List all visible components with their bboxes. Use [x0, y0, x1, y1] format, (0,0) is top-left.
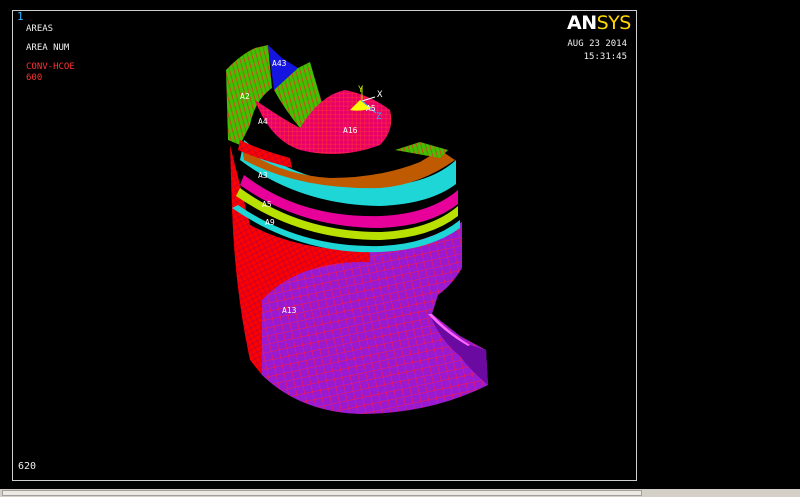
- horizontal-scrollbar[interactable]: [0, 489, 800, 497]
- area-label-a13: A13: [282, 306, 297, 315]
- area-label-a4: A4: [258, 117, 268, 126]
- area-label-a3: A3: [258, 171, 268, 180]
- triad-x-label: X: [377, 90, 383, 100]
- area-label-a2: A2: [240, 92, 250, 101]
- triad-y-label: Y: [358, 85, 364, 95]
- piston-model-render[interactable]: Y X Z A43 A2 A4 A16 A5 A3 A5 A9 A13: [0, 0, 800, 497]
- area-label-a5: A5: [262, 200, 272, 209]
- triad-z-label: Z: [376, 112, 382, 122]
- area-label-a9: A9: [265, 218, 275, 227]
- graphics-viewport[interactable]: 1 AREAS AREA NUM CONV-HCOE 600 ANSYS AUG…: [0, 0, 800, 497]
- footer-value: 620: [18, 461, 37, 472]
- area-label-a43: A43: [272, 59, 287, 68]
- area-label-a15: A5: [366, 104, 376, 113]
- scrollbar-thumb[interactable]: [2, 490, 642, 496]
- area-label-a16: A16: [343, 126, 358, 135]
